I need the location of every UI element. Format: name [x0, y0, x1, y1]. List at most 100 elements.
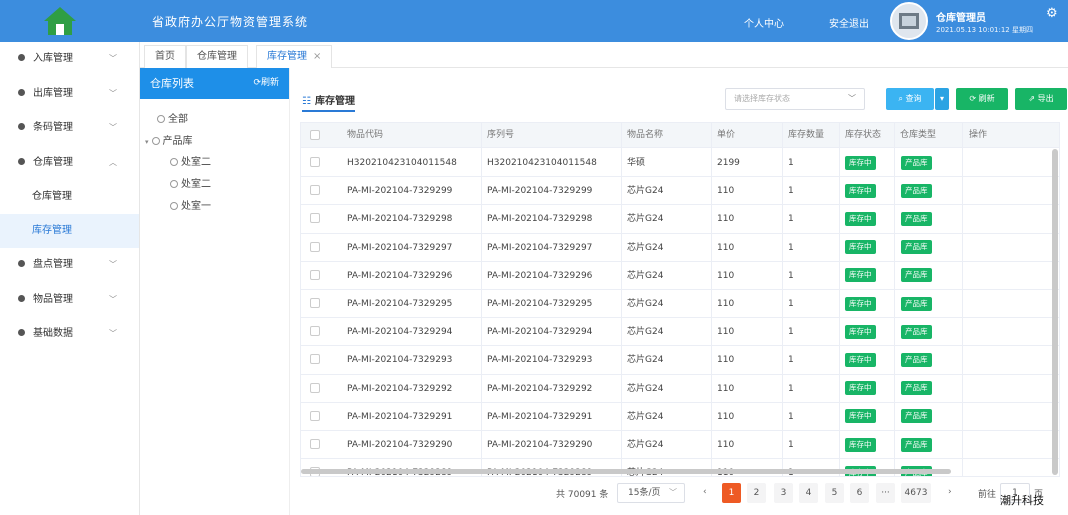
cell-quantity: 1 — [788, 242, 794, 253]
column-divider — [962, 123, 963, 476]
page-size-select[interactable]: 15条/页 ﹀ — [617, 483, 685, 503]
warehouse-refresh-button[interactable]: ⟳刷新 — [253, 68, 279, 99]
table-row[interactable]: PA-MI-202104-7329297 PA-MI-202104-7329297… — [301, 233, 1059, 262]
user-avatar-icon — [892, 4, 926, 38]
table-row[interactable]: PA-MI-202104-7329292 PA-MI-202104-7329292… — [301, 374, 1059, 403]
column-header[interactable]: 物品代码 — [347, 123, 383, 148]
sidebar-item-goods[interactable]: 物品管理 ﹀ — [0, 283, 139, 318]
tab-inventory-management[interactable]: 库存管理 × — [256, 45, 333, 68]
table-row[interactable]: PA-MI-202104-7329290 PA-MI-202104-7329290… — [301, 431, 1059, 460]
query-button[interactable]: ⌕ 查询 — [886, 88, 934, 110]
sidebar-item-outbound[interactable]: 出库管理 ﹀ — [0, 77, 139, 112]
row-checkbox[interactable] — [310, 326, 320, 337]
select-all-checkbox[interactable] — [310, 130, 320, 140]
page-number[interactable]: 5 — [825, 483, 844, 503]
sidebar-item-inbound[interactable]: 入库管理 ﹀ — [0, 42, 139, 77]
warehouse-list-title: 仓库列表 — [150, 77, 194, 90]
query-dropdown-button[interactable]: ▾ — [935, 88, 949, 110]
column-header[interactable]: 序列号 — [487, 123, 514, 148]
logout-link[interactable]: 安全退出 — [829, 15, 869, 30]
page-number[interactable]: 6 — [850, 483, 869, 503]
table-row[interactable]: PA-MI-202104-7329291 PA-MI-202104-7329291… — [301, 402, 1059, 431]
cell-serial-number: H320210423104011548 — [487, 158, 597, 168]
table-row[interactable]: H320210423104011548 H320210423104011548 华硕… — [301, 149, 1059, 178]
row-checkbox[interactable] — [310, 157, 320, 167]
table-header: 物品代码 序列号 物品名称 单价 库存数量 库存状态 仓库类型 操作 — [301, 123, 1059, 148]
cell-warehouse-type: 产品库 — [901, 431, 932, 459]
cell-item-name: 芯片G24 — [627, 327, 664, 338]
next-page-icon[interactable]: › — [948, 487, 952, 497]
row-checkbox[interactable] — [310, 439, 320, 449]
row-checkbox[interactable] — [310, 298, 320, 308]
inventory-status-select[interactable]: 请选择库存状态 ﹀ — [725, 88, 865, 110]
cell-warehouse-type: 产品库 — [901, 205, 932, 233]
horizontal-scrollbar[interactable] — [301, 469, 951, 474]
warehouse-type-badge: 产品库 — [901, 183, 932, 198]
warehouse-type-badge: 产品库 — [901, 155, 932, 170]
row-checkbox[interactable] — [310, 241, 320, 252]
cell-item-name: 芯片G24 — [627, 355, 664, 366]
sidebar-sub-warehouse-management[interactable]: 仓库管理 — [0, 180, 139, 214]
column-header[interactable]: 单价 — [717, 123, 735, 148]
prev-page-icon[interactable]: ‹ — [703, 487, 707, 497]
sidebar-item-warehouse[interactable]: 仓库管理 ︿ — [0, 146, 139, 181]
gear-icon[interactable]: ⚙ — [1046, 6, 1058, 21]
warehouse-type-badge: 产品库 — [901, 240, 932, 255]
personal-center-link[interactable]: 个人中心 — [744, 15, 784, 30]
row-checkbox[interactable] — [310, 213, 320, 224]
column-header[interactable]: 物品名称 — [627, 123, 663, 148]
close-icon[interactable]: × — [313, 51, 321, 62]
row-checkbox[interactable] — [310, 269, 320, 280]
cell-unit-price: 110 — [717, 270, 735, 281]
column-header[interactable]: 库存数量 — [788, 123, 824, 148]
sidebar-item-stocktaking[interactable]: 盘点管理 ﹀ — [0, 248, 139, 283]
avatar[interactable] — [890, 2, 928, 40]
row-checkbox[interactable] — [310, 185, 320, 196]
cell-unit-price: 110 — [717, 214, 735, 225]
tree-node-all[interactable]: 全部 — [157, 110, 188, 125]
tab-warehouse-management[interactable]: 仓库管理 — [186, 45, 248, 68]
page-number[interactable]: 2 — [747, 483, 766, 503]
sidebar-item-label: 物品管理 — [33, 293, 73, 305]
tree-node-office[interactable]: 处室二 — [170, 175, 211, 190]
cell-serial-number: PA-MI-202104-7329299 — [487, 186, 593, 197]
cell-quantity: 1 — [788, 214, 794, 225]
table-row[interactable]: PA-MI-202104-7329296 PA-MI-202104-7329296… — [301, 261, 1059, 290]
page-ellipsis[interactable]: ··· — [876, 483, 895, 503]
table-row[interactable]: PA-MI-202104-7329299 PA-MI-202104-7329299… — [301, 177, 1059, 206]
status-badge: 库存中 — [845, 296, 876, 311]
nav-dot-icon — [18, 88, 25, 96]
table-row[interactable]: PA-MI-202104-7329295 PA-MI-202104-7329295… — [301, 290, 1059, 319]
page-number[interactable]: 4 — [799, 483, 818, 503]
column-header[interactable]: 库存状态 — [845, 123, 881, 148]
goto-label: 前往 — [978, 490, 997, 500]
cell-unit-price: 110 — [717, 383, 735, 394]
sidebar-item-basic-data[interactable]: 基础数据 ﹀ — [0, 317, 139, 352]
cell-serial-number: PA-MI-202104-7329295 — [487, 299, 593, 309]
tree-node-office[interactable]: 处室二 — [170, 153, 211, 168]
row-checkbox[interactable] — [310, 382, 320, 393]
vertical-scrollbar[interactable] — [1052, 149, 1058, 475]
column-divider — [711, 123, 712, 476]
sidebar-item-barcode[interactable]: 条码管理 ﹀ — [0, 111, 139, 146]
tab-home[interactable]: 首页 — [144, 45, 186, 68]
table-row[interactable]: PA-MI-202104-7329293 PA-MI-202104-7329293… — [301, 346, 1059, 375]
tree-node-product-store[interactable]: ▾ 产品库 — [145, 132, 193, 147]
column-header[interactable]: 仓库类型 — [900, 123, 936, 148]
page-number-last[interactable]: 4673 — [901, 483, 931, 503]
page-number[interactable]: 3 — [774, 483, 793, 503]
tree-node-office[interactable]: 处室一 — [170, 197, 211, 212]
warehouse-type-badge: 产品库 — [901, 324, 932, 339]
sidebar-sub-inventory-management[interactable]: 库存管理 — [0, 214, 139, 248]
table-row[interactable]: PA-MI-202104-7329298 PA-MI-202104-7329298… — [301, 205, 1059, 234]
refresh-button[interactable]: ⟳ 刷新 — [956, 88, 1008, 110]
chevron-down-icon: ﹀ — [109, 329, 117, 338]
row-checkbox[interactable] — [310, 354, 320, 365]
export-button[interactable]: ⇗ 导出 — [1015, 88, 1067, 110]
home-logo-icon[interactable] — [40, 5, 80, 37]
table-row[interactable]: PA-MI-202104-7329294 PA-MI-202104-7329294… — [301, 318, 1059, 347]
row-checkbox[interactable] — [310, 410, 320, 421]
status-badge: 库存中 — [845, 183, 876, 198]
radio-icon — [157, 115, 165, 123]
page-number[interactable]: 1 — [722, 483, 741, 503]
